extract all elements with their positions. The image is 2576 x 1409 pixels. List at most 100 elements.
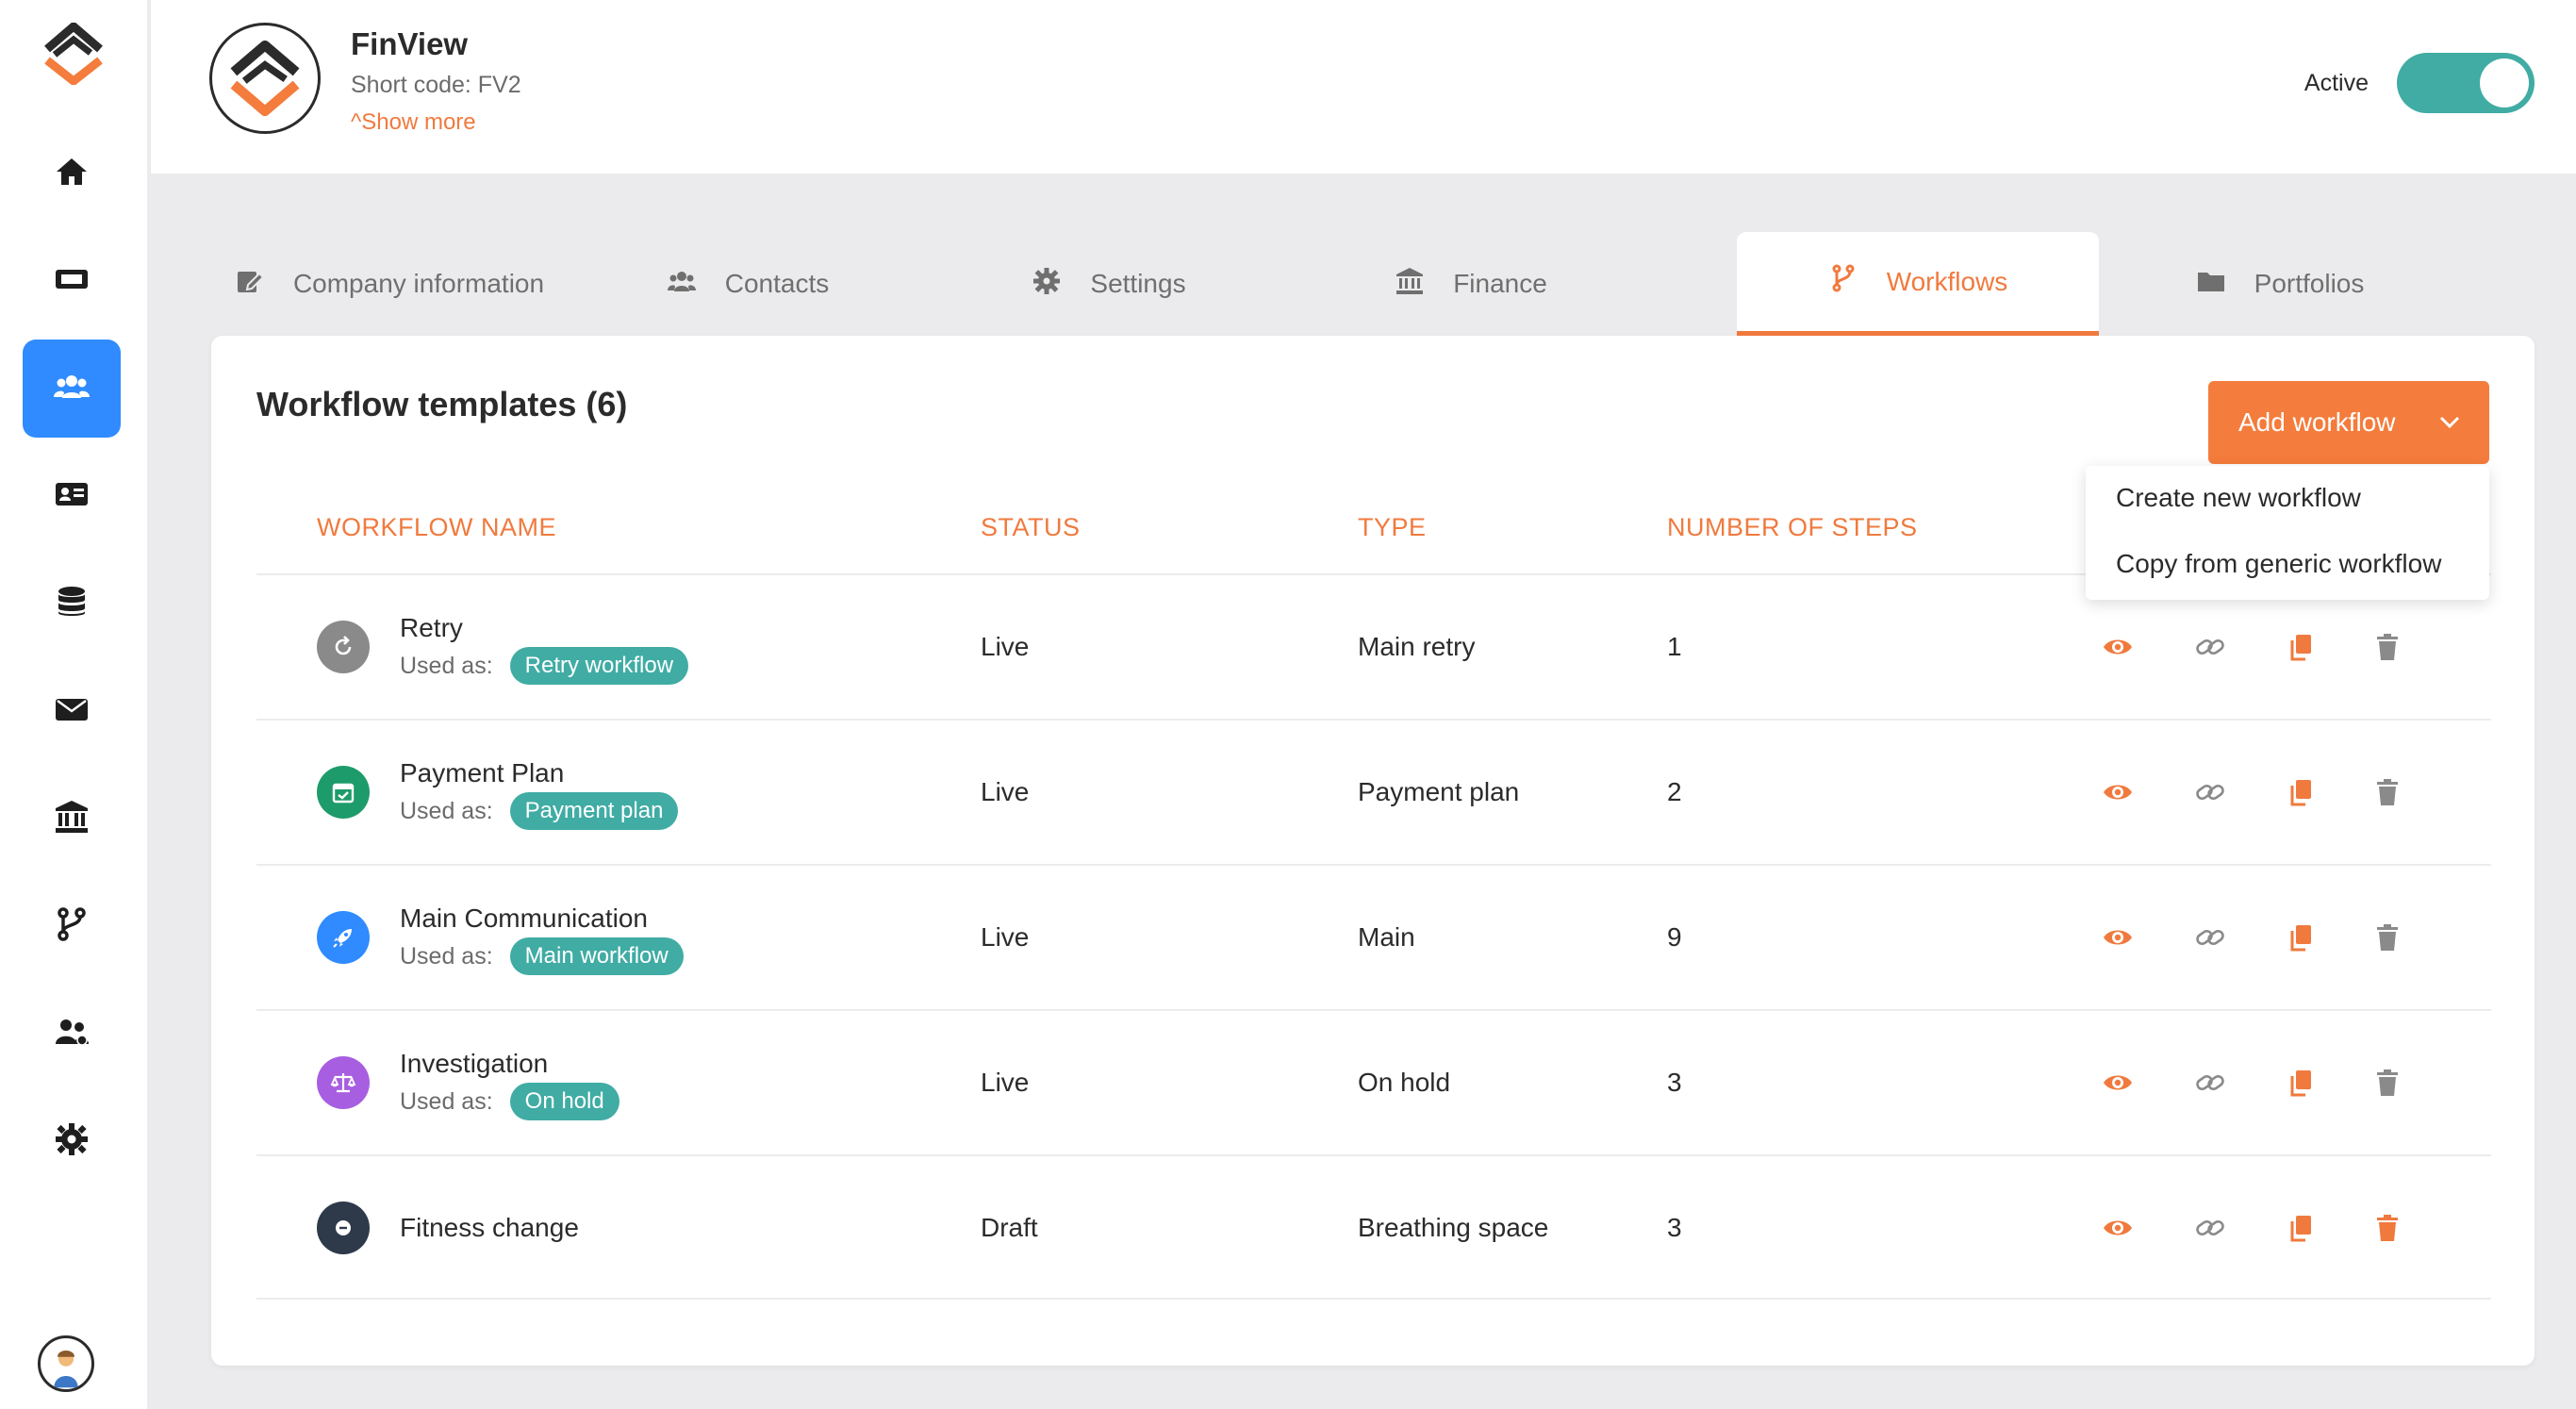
chevron-down-icon	[2436, 409, 2463, 436]
table-bottom-divider	[256, 1298, 2491, 1300]
delete-icon[interactable]	[2367, 917, 2408, 958]
copy-icon[interactable]	[2280, 1062, 2321, 1103]
workflow-type: Main retry	[1358, 632, 1476, 661]
sidebar-item-messages[interactable]	[23, 662, 121, 760]
branch-icon	[1828, 263, 1887, 300]
tab-company-information[interactable]: Company information	[211, 232, 568, 336]
tab-workflows[interactable]: Workflows	[1737, 232, 2099, 336]
create-new-workflow-option[interactable]: Create new workflow	[2116, 483, 2361, 513]
gear-icon	[53, 1120, 91, 1163]
company-header: FinView Short code: FV2 ^Show more Activ…	[151, 0, 2576, 174]
tab-label: Workflows	[1886, 266, 2008, 296]
used-as-label: Used as:	[400, 652, 493, 679]
sidebar-item-settings[interactable]	[23, 1092, 121, 1190]
edit-icon	[235, 266, 293, 303]
workflow-status: Live	[981, 632, 1030, 661]
used-as: Used as: Payment plan	[400, 792, 679, 830]
active-toggle[interactable]	[2397, 53, 2535, 113]
table-row[interactable]: Main Communication Used as: Main workflo…	[256, 864, 2491, 1009]
workflow-status: Live	[981, 922, 1030, 952]
used-as-badge: Retry workflow	[509, 647, 689, 685]
show-more-label: Show more	[361, 109, 476, 135]
app-logo[interactable]	[38, 22, 109, 86]
workflow-type: Payment plan	[1358, 777, 1520, 806]
column-header-status[interactable]: STATUS	[981, 513, 1081, 542]
scale-icon	[317, 1056, 370, 1109]
workflow-type: On hold	[1358, 1068, 1451, 1097]
workflow-templates-card: Workflow templates (6) Add workflow Crea…	[211, 336, 2535, 1366]
delete-icon[interactable]	[2367, 626, 2408, 668]
sidebar-item-workflows[interactable]	[23, 877, 121, 975]
folder-icon	[2196, 266, 2254, 303]
link-icon[interactable]	[2189, 1207, 2231, 1249]
company-logo	[209, 23, 321, 134]
tab-finance[interactable]: Finance	[1290, 232, 1652, 336]
workflow-steps: 1	[1667, 632, 1682, 661]
column-header-type[interactable]: TYPE	[1358, 513, 1427, 542]
delete-icon[interactable]	[2367, 1062, 2408, 1103]
sidebar-item-contacts[interactable]	[23, 447, 121, 545]
link-icon[interactable]	[2189, 626, 2231, 668]
workflow-type: Main	[1358, 922, 1415, 952]
add-workflow-button[interactable]: Add workflow	[2208, 381, 2489, 464]
link-icon[interactable]	[2189, 1062, 2231, 1103]
active-label: Active	[2304, 70, 2369, 96]
sidebar	[0, 0, 149, 1409]
minus-circle-icon	[317, 1202, 370, 1254]
sidebar-item-database[interactable]	[23, 555, 121, 653]
table-row[interactable]: Fitness change Draft Breathing space 3	[256, 1154, 2491, 1300]
tab-settings[interactable]: Settings	[928, 232, 1290, 336]
ticket-icon	[53, 260, 91, 303]
rocket-icon	[317, 911, 370, 964]
workflow-status: Live	[981, 1068, 1030, 1097]
tab-contacts[interactable]: Contacts	[568, 232, 928, 336]
link-icon[interactable]	[2189, 771, 2231, 813]
workflow-status: Draft	[981, 1213, 1038, 1242]
workflow-name: Main Communication	[400, 903, 648, 933]
toggle-knob	[2480, 58, 2529, 108]
user-avatar[interactable]	[38, 1335, 94, 1392]
view-icon[interactable]	[2097, 626, 2138, 668]
bank-icon	[53, 798, 91, 840]
users-icon	[667, 266, 725, 303]
workflow-name: Retry	[400, 613, 463, 642]
workflow-steps: 9	[1667, 922, 1682, 952]
view-icon[interactable]	[2097, 1062, 2138, 1103]
tab-label: Portfolios	[2254, 269, 2365, 298]
tab-label: Contacts	[724, 269, 830, 298]
tab-label: Settings	[1090, 269, 1186, 298]
view-icon[interactable]	[2097, 771, 2138, 813]
workflow-type: Breathing space	[1358, 1213, 1549, 1242]
sidebar-item-home[interactable]	[23, 124, 121, 223]
calendar-icon	[317, 766, 370, 819]
workflow-steps: 2	[1667, 777, 1682, 806]
used-as-badge: Payment plan	[509, 792, 679, 830]
copy-icon[interactable]	[2280, 1207, 2321, 1249]
copy-icon[interactable]	[2280, 626, 2321, 668]
sidebar-item-finance[interactable]	[23, 770, 121, 868]
view-icon[interactable]	[2097, 917, 2138, 958]
sidebar-item-tickets[interactable]	[23, 232, 121, 330]
delete-icon[interactable]	[2367, 1207, 2408, 1249]
copy-icon[interactable]	[2280, 917, 2321, 958]
table-row[interactable]: Investigation Used as: On hold Live On h…	[256, 1009, 2491, 1154]
delete-icon[interactable]	[2367, 771, 2408, 813]
tab-label: Finance	[1453, 269, 1547, 298]
view-icon[interactable]	[2097, 1207, 2138, 1249]
tab-bar: Company information Contacts Settings Fi…	[211, 232, 2535, 336]
sidebar-item-customers[interactable]	[23, 340, 121, 438]
column-header-workflow-name[interactable]: WORKFLOW NAME	[317, 513, 556, 542]
link-icon[interactable]	[2189, 917, 2231, 958]
chevron-up-icon: ^	[351, 109, 362, 135]
column-header-number-of-steps[interactable]: NUMBER OF STEPS	[1667, 513, 1918, 542]
copy-generic-workflow-option[interactable]: Copy from generic workflow	[2116, 549, 2441, 579]
show-more-link[interactable]: ^Show more	[351, 109, 476, 136]
home-icon	[53, 153, 91, 195]
tab-portfolios[interactable]: Portfolios	[2099, 232, 2461, 336]
copy-icon[interactable]	[2280, 771, 2321, 813]
sidebar-item-team[interactable]	[23, 985, 121, 1083]
gear-icon	[1032, 266, 1090, 303]
table-row[interactable]: Payment Plan Used as: Payment plan Live …	[256, 719, 2491, 864]
used-as-badge: Main workflow	[509, 937, 684, 975]
used-as: Used as: Main workflow	[400, 937, 684, 975]
